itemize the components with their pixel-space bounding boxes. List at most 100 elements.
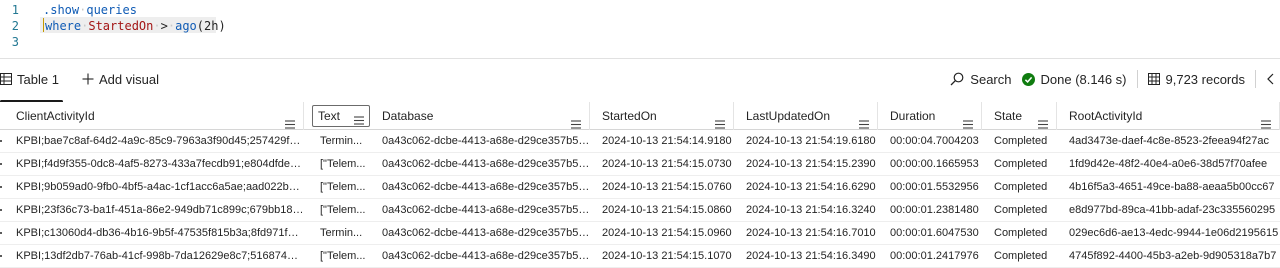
column-header-label: LastUpdatedOn — [746, 109, 831, 123]
whitespace-marker: · — [153, 19, 161, 33]
code-token: where — [45, 19, 82, 33]
table-row[interactable]: KPBI;c13060d4-db36-4b16-9b5f-47535f815b3… — [0, 222, 1280, 245]
cell-rootactivityid[interactable]: 1fd9d42e-48f2-40e4-a0e6-38d57f70afee — [1061, 153, 1280, 176]
cell-database[interactable]: 0a43c062-dcbe-4413-a68e-d29ce357b50b — [374, 222, 590, 245]
row-marker — [0, 140, 2, 142]
search-icon — [950, 72, 964, 86]
table-row[interactable]: KPBI;f4d9f355-0dc8-4af5-8273-433a7fecdb9… — [0, 153, 1280, 176]
cell-startedon[interactable]: 2024-10-13 21:54:15.0760 — [594, 176, 734, 199]
cell-text[interactable]: ["Telem... — [312, 199, 370, 222]
cell-lastupdatedon[interactable]: 2024-10-13 21:54:19.6180 — [738, 130, 878, 153]
cell-startedon[interactable]: 2024-10-13 21:54:15.0730 — [594, 153, 734, 176]
column-header-database[interactable]: Database — [374, 102, 590, 130]
cell-text[interactable]: Termin... — [312, 130, 370, 153]
cell-clientactivityid[interactable]: KPBI;23f36c73-ba1f-451a-86e2-949db71c899… — [8, 199, 304, 222]
column-header-state[interactable]: State — [986, 102, 1057, 130]
records-count: 9,723 records — [1147, 72, 1245, 87]
cell-text[interactable]: ["Telem... — [312, 153, 370, 176]
cell-database[interactable]: 0a43c062-dcbe-4413-a68e-d29ce357b50b — [374, 153, 590, 176]
tab-table-1[interactable]: Table 1 — [0, 59, 69, 103]
whitespace-marker: · — [167, 19, 176, 33]
code-token: ago — [175, 19, 197, 33]
cell-text[interactable]: ["Telem... — [312, 245, 370, 268]
cell-lastupdatedon[interactable]: 2024-10-13 21:54:15.2390 — [738, 153, 878, 176]
column-header-label: StartedOn — [602, 109, 657, 123]
cell-rootactivityid[interactable]: 4b16f5a3-4651-49ce-ba88-aeaa5b00cc67 — [1061, 176, 1280, 199]
code-token: queries — [86, 3, 137, 17]
cell-clientactivityid[interactable]: KPBI;f4d9f355-0dc8-4af5-8273-433a7fecdb9… — [8, 153, 304, 176]
row-marker — [0, 209, 2, 211]
query-status: Done (8.146 s) — [1021, 71, 1127, 87]
collapse-panel-button[interactable] — [1266, 73, 1280, 85]
cell-lastupdatedon[interactable]: 2024-10-13 21:54:16.3240 — [738, 199, 878, 222]
status-text: Done (8.146 s) — [1040, 71, 1127, 87]
table-row[interactable]: KPBI;bae7c8af-64d2-4a9c-85c9-7963a3f90d4… — [0, 130, 1280, 153]
toolbar-divider — [1255, 70, 1256, 88]
cell-database[interactable]: 0a43c062-dcbe-4413-a68e-d29ce357b50b — [374, 245, 590, 268]
cell-database[interactable]: 0a43c062-dcbe-4413-a68e-d29ce357b50b — [374, 130, 590, 153]
cell-state[interactable]: Completed — [986, 130, 1057, 153]
column-header-startedon[interactable]: StartedOn — [594, 102, 734, 130]
cell-rootactivityid[interactable]: e8d977bd-89ca-41bb-adaf-23c335560295 — [1061, 199, 1280, 222]
column-header-label: RootActivityId — [1069, 109, 1143, 123]
cell-state[interactable]: Completed — [986, 199, 1057, 222]
column-header-label: ClientActivityId — [16, 109, 95, 123]
cell-clientactivityid[interactable]: KPBI;c13060d4-db36-4b16-9b5f-47535f815b3… — [8, 222, 304, 245]
cell-duration[interactable]: 00:00:01.6047530 — [882, 222, 982, 245]
cell-state[interactable]: Completed — [986, 176, 1057, 199]
cell-rootactivityid[interactable]: 029ec6d6-ae13-4edc-9944-1e06d2195615 — [1061, 222, 1280, 245]
cell-clientactivityid[interactable]: KPBI;13df2db7-76ab-41cf-998b-7da12629e8c… — [8, 245, 304, 268]
cell-text[interactable]: Termin... — [312, 222, 370, 245]
line-number: 2 — [11, 19, 19, 33]
cell-lastupdatedon[interactable]: 2024-10-13 21:54:16.7010 — [738, 222, 878, 245]
cell-rootactivityid[interactable]: 4ad3473e-daef-4c8e-8523-2feea94f27ac — [1061, 130, 1280, 153]
results-toolbar: Table 1 Add visual Search Done (8.146 s) — [0, 58, 1280, 103]
code-text: |where·StartedOn·>·ago(2h) — [43, 18, 226, 34]
column-header-clientactivityid[interactable]: ClientActivityId — [8, 102, 304, 130]
records-grid-icon — [1147, 73, 1160, 85]
search-button[interactable]: Search — [950, 71, 1012, 87]
table-row[interactable]: KPBI;23f36c73-ba1f-451a-86e2-949db71c899… — [0, 199, 1280, 222]
cell-text[interactable]: ["Telem... — [312, 176, 370, 199]
code-token: .show — [43, 3, 80, 17]
cell-startedon[interactable]: 2024-10-13 21:54:15.1070 — [594, 245, 734, 268]
cell-lastupdatedon[interactable]: 2024-10-13 21:54:16.6290 — [738, 176, 878, 199]
search-label: Search — [970, 71, 1012, 87]
column-header-label: State — [994, 109, 1023, 123]
column-header-lastupdatedon[interactable]: LastUpdatedOn — [738, 102, 878, 130]
table-row[interactable]: KPBI;9b059ad0-9fb0-4bf5-a4ac-1cf1acc6a5a… — [0, 176, 1280, 199]
toolbar-divider — [1136, 70, 1138, 88]
cell-duration[interactable]: 00:00:04.7004203 — [882, 130, 982, 153]
cell-clientactivityid[interactable]: KPBI;9b059ad0-9fb0-4bf5-a4ac-1cf1acc6a5a… — [8, 176, 304, 199]
code-token: StartedOn — [88, 19, 154, 33]
cell-duration[interactable]: 00:00:00.1665953 — [882, 153, 982, 176]
add-visual-button[interactable]: Add visual — [82, 59, 159, 99]
cell-startedon[interactable]: 2024-10-13 21:54:15.0860 — [594, 199, 734, 222]
column-header-text[interactable]: Text — [312, 105, 370, 127]
column-header-label: Duration — [890, 109, 936, 123]
column-header-duration[interactable]: Duration — [882, 102, 982, 130]
line-number: 1 — [11, 3, 19, 17]
query-editor[interactable]: 1.show·queries2|where·StartedOn·>·ago(2h… — [0, 0, 1280, 58]
row-marker — [0, 163, 2, 165]
row-marker — [0, 255, 2, 257]
cell-startedon[interactable]: 2024-10-13 21:54:14.9180 — [594, 130, 734, 153]
cell-clientactivityid[interactable]: KPBI;bae7c8af-64d2-4a9c-85c9-7963a3f90d4… — [8, 130, 304, 153]
column-menu-icon[interactable] — [354, 111, 364, 131]
column-header-label: Database — [382, 109, 434, 123]
cell-database[interactable]: 0a43c062-dcbe-4413-a68e-d29ce357b50b — [374, 199, 590, 222]
cell-state[interactable]: Completed — [986, 222, 1057, 245]
cell-startedon[interactable]: 2024-10-13 21:54:15.0960 — [594, 222, 734, 245]
cell-duration[interactable]: 00:00:01.2381480 — [882, 199, 982, 222]
cell-state[interactable]: Completed — [986, 153, 1057, 176]
table-row[interactable]: KPBI;13df2db7-76ab-41cf-998b-7da12629e8c… — [0, 245, 1280, 268]
cell-rootactivityid[interactable]: 4745f892-4400-45b3-a2eb-9d905318a7b7 — [1061, 245, 1280, 268]
cell-state[interactable]: Completed — [986, 245, 1057, 268]
cell-database[interactable]: 0a43c062-dcbe-4413-a68e-d29ce357b50b — [374, 176, 590, 199]
column-header-rootactivityid[interactable]: RootActivityId — [1061, 102, 1280, 130]
row-marker — [0, 186, 2, 188]
cell-lastupdatedon[interactable]: 2024-10-13 21:54:16.3490 — [738, 245, 878, 268]
cell-duration[interactable]: 00:00:01.2417976 — [882, 245, 982, 268]
line-number: 3 — [11, 35, 19, 49]
cell-duration[interactable]: 00:00:01.5532956 — [882, 176, 982, 199]
